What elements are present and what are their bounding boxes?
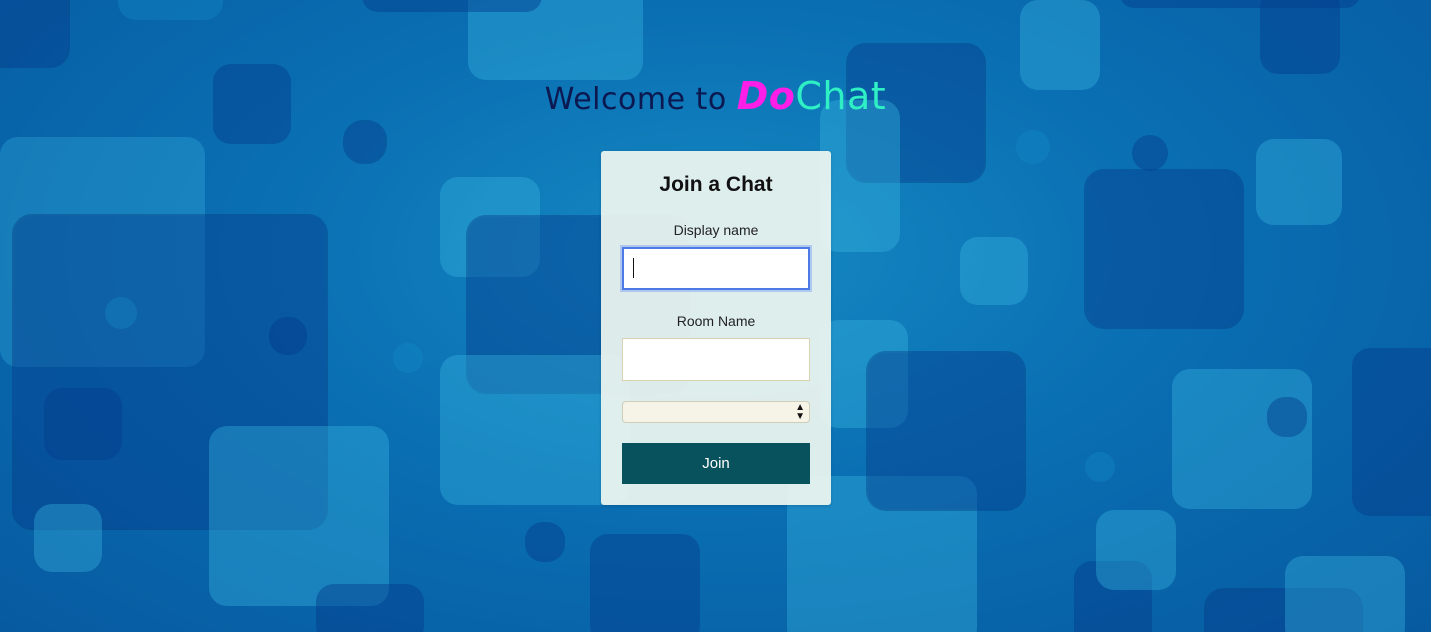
bg-square	[1096, 510, 1176, 590]
brand-logo-do: Do	[736, 74, 796, 118]
bg-square	[820, 100, 900, 252]
bg-square	[590, 534, 700, 632]
bg-square	[1352, 348, 1431, 516]
welcome-text: Welcome to	[544, 82, 737, 117]
bg-square	[1132, 135, 1168, 171]
bg-square	[269, 317, 307, 355]
bg-square	[1086, 171, 1242, 327]
bg-square	[525, 522, 565, 562]
bg-square	[1260, 0, 1340, 74]
card-title: Join a Chat	[659, 173, 773, 196]
welcome-heading: Welcome to DoChat	[0, 74, 1431, 118]
display-name-label: Display name	[673, 222, 759, 238]
bg-square	[1267, 397, 1307, 437]
bg-square	[362, 0, 542, 12]
bg-square	[1285, 556, 1405, 632]
join-chat-card: Join a Chat Display name Room Name ▲ ▼ Jo…	[601, 151, 831, 505]
select-arrows-icon: ▲ ▼	[795, 402, 805, 422]
bg-square	[105, 297, 137, 329]
brand-logo-chat: Chat	[795, 74, 887, 118]
bg-square	[209, 426, 389, 606]
bg-square	[1120, 0, 1360, 8]
bg-square	[34, 504, 102, 572]
bg-square	[393, 343, 423, 373]
room-name-input[interactable]	[622, 338, 810, 381]
bg-square	[345, 122, 385, 162]
bg-square	[44, 388, 122, 460]
bg-square	[468, 0, 643, 80]
bg-square	[1256, 139, 1342, 225]
bg-square	[0, 0, 68, 66]
bg-square	[1085, 452, 1115, 482]
bg-square	[960, 237, 1028, 305]
room-name-label: Room Name	[676, 313, 756, 329]
bg-square	[118, 0, 223, 20]
bg-square	[1172, 369, 1312, 509]
room-select[interactable]: ▲ ▼	[622, 401, 810, 423]
bg-square	[316, 584, 424, 632]
bg-square	[868, 353, 1024, 509]
display-name-input[interactable]	[622, 247, 810, 290]
text-caret	[633, 258, 634, 278]
join-button[interactable]: Join	[622, 443, 810, 484]
bg-square	[1016, 130, 1050, 164]
